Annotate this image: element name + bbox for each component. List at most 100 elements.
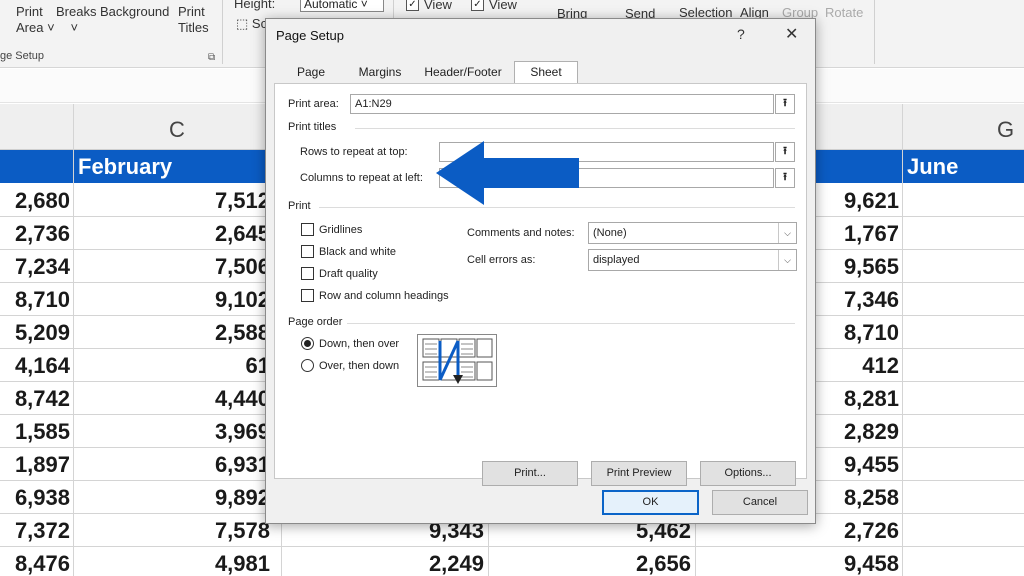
print-titles-section: Print titles	[288, 121, 337, 133]
page-order-section: Page order	[288, 316, 343, 328]
draft-quality-checkbox[interactable]	[301, 267, 314, 280]
dialog-launcher-icon[interactable]: ⧉	[208, 52, 215, 63]
table-cell[interactable]: 2,726	[844, 518, 899, 544]
table-cell[interactable]: 4,440	[215, 386, 270, 412]
print-area-button[interactable]: Print Area ˅	[16, 4, 55, 36]
table-cell[interactable]: 1,767	[844, 221, 899, 247]
ribbon-separator	[874, 0, 875, 64]
header-cell-february[interactable]: February	[78, 154, 172, 180]
print-titles-button[interactable]: Print Titles	[178, 4, 209, 36]
tab-sheet[interactable]: Sheet	[514, 61, 578, 84]
rotate-button[interactable]: Rotate	[825, 5, 863, 21]
ok-button[interactable]: OK	[602, 490, 699, 515]
page-setup-group-label: ge Setup	[0, 50, 45, 62]
table-cell[interactable]: 7,578	[215, 518, 270, 544]
row-col-headings-checkbox[interactable]	[301, 289, 314, 302]
ribbon-separator	[222, 0, 223, 64]
height-label: Height:	[234, 0, 276, 11]
table-cell[interactable]: 7,512	[215, 188, 270, 214]
cols-repeat-label: Columns to repeat at left:	[300, 172, 423, 184]
rows-repeat-collapse-icon[interactable]: ⭱	[775, 142, 795, 162]
black-white-label: Black and white	[319, 246, 397, 258]
table-cell[interactable]: 9,455	[844, 452, 899, 478]
table-cell[interactable]: 7,346	[844, 287, 899, 313]
table-cell[interactable]: 4,981	[215, 551, 270, 576]
gridlines-view-label: View	[424, 0, 452, 12]
print-button[interactable]: Print...	[482, 461, 578, 486]
page-order-preview-icon	[417, 334, 497, 387]
table-cell[interactable]: 9,458	[844, 551, 899, 576]
gridlines-label: Gridlines	[319, 224, 363, 236]
down-then-over-radio[interactable]	[301, 337, 314, 350]
table-cell[interactable]: 2,829	[844, 419, 899, 445]
headings-view-checkbox[interactable]: ✓	[471, 0, 484, 11]
help-icon[interactable]: ?	[737, 26, 745, 42]
down-then-over-label: Down, then over	[319, 338, 400, 350]
table-cell[interactable]: 1,585	[15, 419, 70, 445]
annotation-arrow-icon	[436, 141, 579, 205]
table-cell[interactable]: 3,969	[215, 419, 270, 445]
table-cell[interactable]: 8,710	[15, 287, 70, 313]
table-cell[interactable]: 5,209	[15, 320, 70, 346]
table-cell[interactable]: 8,710	[844, 320, 899, 346]
scale-label: ⬚ Sc	[236, 16, 268, 31]
tab-page[interactable]: Page	[280, 61, 342, 83]
chevron-down-icon[interactable]: ⌵	[778, 250, 796, 270]
print-preview-button[interactable]: Print Preview	[591, 461, 687, 486]
column-letter-c[interactable]: C	[169, 117, 185, 143]
row-col-headings-label: Row and column headings	[319, 290, 449, 302]
options-button[interactable]: Options...	[700, 461, 796, 486]
print-area-collapse-icon[interactable]: ⭱	[775, 94, 795, 114]
table-cell[interactable]: 2,249	[429, 551, 484, 576]
header-cell-june[interactable]: June	[907, 154, 958, 180]
table-cell[interactable]: 2,736	[15, 221, 70, 247]
print-area-input[interactable]: A1:N29	[350, 94, 774, 114]
black-white-checkbox[interactable]	[301, 245, 314, 258]
comments-label: Comments and notes:	[467, 227, 575, 239]
tab-header-footer[interactable]: Header/Footer	[418, 61, 508, 83]
table-cell[interactable]: 412	[862, 353, 899, 379]
gridlines-view-checkbox[interactable]: ✓	[406, 0, 419, 11]
draft-quality-label: Draft quality	[319, 268, 378, 280]
cell-errors-label: Cell errors as:	[467, 254, 536, 266]
table-cell[interactable]: 4,164	[15, 353, 70, 379]
table-cell[interactable]: 7,506	[215, 254, 270, 280]
table-cell[interactable]: 8,476	[15, 551, 70, 576]
gridlines-checkbox[interactable]	[301, 223, 314, 236]
print-area-label: Print area:	[288, 98, 339, 110]
tab-margins[interactable]: Margins	[346, 61, 414, 83]
cell-errors-dropdown[interactable]: displayed ⌵	[588, 249, 797, 271]
table-row: 8,476 4,981 9,458 2,249 2,656	[0, 547, 1024, 576]
dialog-title: Page Setup	[276, 28, 344, 43]
chevron-down-icon[interactable]: ⌵	[778, 223, 796, 243]
table-cell[interactable]: 9,892	[215, 485, 270, 511]
over-then-down-radio[interactable]	[301, 359, 314, 372]
table-cell[interactable]: 2,680	[15, 188, 70, 214]
table-cell[interactable]: 8,258	[844, 485, 899, 511]
table-cell[interactable]: 6,938	[15, 485, 70, 511]
table-cell[interactable]: 9,102	[215, 287, 270, 313]
comments-dropdown[interactable]: (None) ⌵	[588, 222, 797, 244]
table-cell[interactable]: 8,281	[844, 386, 899, 412]
table-cell[interactable]: 2,645	[215, 221, 270, 247]
table-cell[interactable]: 8,742	[15, 386, 70, 412]
background-button[interactable]: Background	[100, 4, 169, 20]
table-cell[interactable]: 2,656	[636, 551, 691, 576]
table-cell[interactable]: 1,897	[15, 452, 70, 478]
table-cell[interactable]: 6,931	[215, 452, 270, 478]
breaks-button[interactable]: Breaks ˅	[56, 4, 96, 36]
over-then-down-label: Over, then down	[319, 360, 400, 372]
page-setup-dialog: Page Setup ? ✕ Page Margins Header/Foote…	[265, 18, 816, 524]
table-cell[interactable]: 2,588	[215, 320, 270, 346]
table-cell[interactable]: 7,372	[15, 518, 70, 544]
column-letter-g[interactable]: G	[997, 117, 1014, 143]
cols-repeat-collapse-icon[interactable]: ⭱	[775, 168, 795, 188]
table-cell[interactable]: 9,565	[844, 254, 899, 280]
headings-view-label: View	[489, 0, 517, 12]
close-icon[interactable]: ✕	[785, 24, 798, 44]
cancel-button[interactable]: Cancel	[712, 490, 808, 515]
section-divider	[355, 128, 795, 129]
height-combo[interactable]: Automatic ˅	[300, 0, 384, 12]
table-cell[interactable]: 7,234	[15, 254, 70, 280]
table-cell[interactable]: 9,621	[844, 188, 899, 214]
